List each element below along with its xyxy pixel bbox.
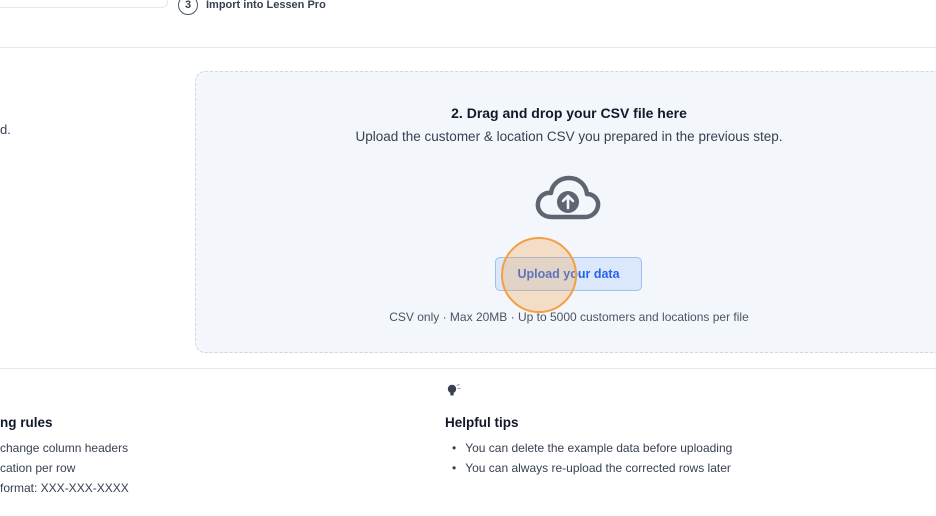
dropzone-subtitle: Upload the customer & location CSV you p… — [355, 129, 783, 144]
rules-list: change column headers cation per row for… — [0, 438, 129, 498]
step-3-indicator: 3 Import into Lessen Pro — [178, 0, 326, 16]
tips-item: You can always re-upload the corrected r… — [452, 458, 732, 478]
import-page: 3 Import into Lessen Pro d. 2. Drag and … — [0, 0, 936, 516]
csv-dropzone[interactable]: 2. Drag and drop your CSV file here Uplo… — [195, 71, 936, 353]
dropzone-title: 2. Drag and drop your CSV file here — [451, 105, 687, 121]
divider — [0, 368, 936, 369]
step-3-number: 3 — [178, 0, 198, 15]
rules-title: ng rules — [0, 415, 53, 430]
upload-data-button[interactable]: Upload your data — [495, 257, 642, 291]
cloud-upload-icon — [535, 175, 601, 220]
rules-item: cation per row — [0, 461, 76, 475]
divider — [0, 47, 936, 48]
file-limits-note: CSV only · Max 20MB · Up to 5000 custome… — [389, 310, 749, 324]
left-description-text: d. — [0, 122, 11, 137]
tips-title: Helpful tips — [445, 415, 519, 430]
tips-item: You can delete the example data before u… — [452, 438, 732, 458]
lightbulb-icon — [447, 383, 461, 396]
step-3-label: Import into Lessen Pro — [206, 0, 326, 11]
step-2-card — [0, 0, 168, 8]
rules-item: format: XXX-XXX-XXXX — [0, 481, 129, 495]
rules-item: change column headers — [0, 441, 129, 455]
tips-list: You can delete the example data before u… — [452, 438, 732, 478]
